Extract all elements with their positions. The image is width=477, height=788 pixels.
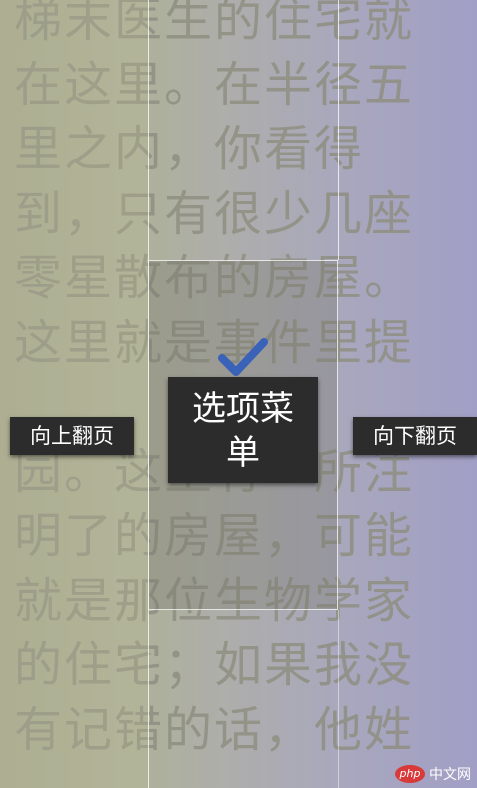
watermark: php 中文网 <box>395 764 471 784</box>
prev-page-button[interactable]: 向上翻页 <box>10 417 134 455</box>
check-icon <box>218 338 268 376</box>
prev-page-zone[interactable] <box>0 0 149 788</box>
watermark-text: 中文网 <box>429 767 471 783</box>
next-page-zone[interactable] <box>338 0 477 260</box>
options-menu-button[interactable]: 选项菜单 <box>168 377 318 483</box>
next-page-button[interactable]: 向下翻页 <box>353 417 477 455</box>
next-page-zone-lower[interactable] <box>338 610 477 788</box>
php-logo-icon: php <box>395 765 425 783</box>
